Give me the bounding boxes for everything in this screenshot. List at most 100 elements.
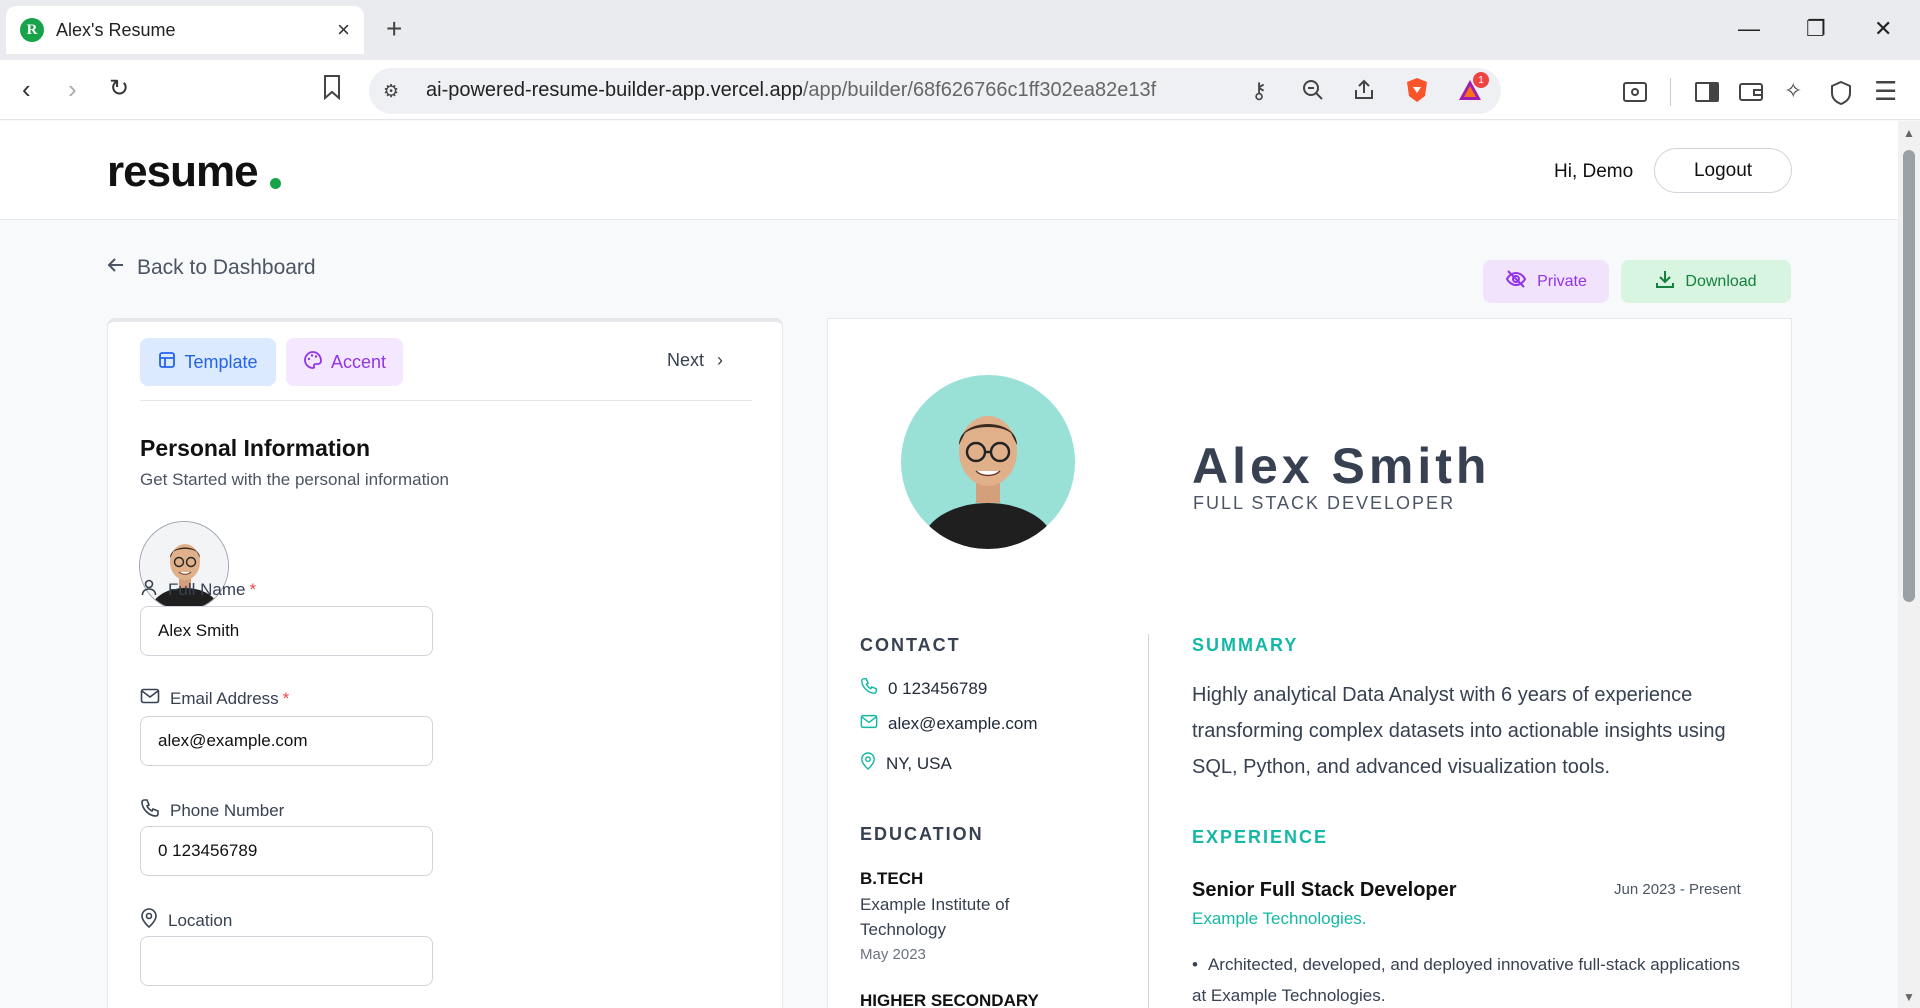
full-name-label: Full Name * [140, 578, 256, 601]
user-icon [140, 578, 158, 601]
required-marker: * [282, 688, 290, 708]
scrollbar-thumb[interactable] [1903, 150, 1915, 602]
reload-icon[interactable]: ↻ [109, 74, 129, 104]
restore-icon[interactable]: ❐ [1806, 14, 1826, 44]
sidebar-toggle-icon[interactable] [1694, 80, 1720, 110]
experience-bullet: • Architected, developed, and deployed in… [1192, 949, 1752, 1008]
minimize-icon[interactable]: — [1738, 14, 1760, 44]
location-input[interactable] [140, 936, 433, 986]
contact-email-text: alex@example.com [888, 714, 1038, 733]
tab-template[interactable]: Template [140, 338, 276, 386]
vpn-icon[interactable] [1829, 80, 1853, 112]
next-label: Next [667, 350, 705, 370]
key-icon[interactable]: ⚷ [1251, 78, 1267, 104]
back-label: Back to Dashboard [137, 256, 316, 279]
resume-photo [901, 375, 1075, 549]
phone-input[interactable] [140, 826, 433, 876]
summary-heading: SUMMARY [1192, 635, 1299, 655]
site-settings-icon[interactable]: ⚙ [383, 78, 399, 104]
education-degree: B.TECH [860, 869, 924, 888]
education-school-line1: Example Institute of [860, 895, 1010, 914]
education-heading: EDUCATION [860, 824, 984, 844]
full-name-label-text: Full Name [168, 579, 246, 599]
download-label: Download [1685, 272, 1757, 290]
window-close-icon[interactable]: ✕ [1874, 14, 1892, 44]
toolbar-divider [1670, 78, 1671, 106]
tab-title: Alex's Resume [56, 19, 176, 40]
menu-icon[interactable]: ☰ [1874, 78, 1897, 104]
resume-preview: Alex Smith FULL STACK DEVELOPER CONTACT … [827, 318, 1792, 1008]
email-label: Email Address * [140, 688, 289, 709]
address-bar[interactable]: ⚙ ai-powered-resume-builder-app.vercel.a… [369, 68, 1501, 114]
app-logo[interactable]: resume [107, 147, 259, 197]
private-label: Private [1537, 272, 1587, 290]
contact-location-text: NY, USA [886, 753, 952, 773]
notification-badge: 1 [1473, 72, 1489, 88]
brave-shield-icon[interactable] [1404, 76, 1430, 110]
bullet-dot: • [1192, 955, 1198, 974]
column-divider [1148, 634, 1149, 1008]
url-text[interactable]: ai-powered-resume-builder-app.vercel.app… [426, 79, 1156, 102]
experience-title: Senior Full Stack Developer [1192, 879, 1457, 901]
download-icon [1655, 269, 1675, 294]
logo-dot [270, 178, 281, 189]
summary-text: Highly analytical Data Analyst with 6 ye… [1192, 684, 1726, 778]
layout-icon [158, 351, 176, 374]
browser-tab-bar: R Alex's Resume × + — ❐ ✕ [0, 0, 1920, 60]
scroll-down-icon[interactable]: ▼ [1903, 990, 1915, 1004]
back-to-dashboard-link[interactable]: Back to Dashboard [107, 256, 316, 280]
phone-icon [860, 677, 878, 700]
education-date: May 2023 [860, 946, 926, 963]
url-domain: ai-powered-resume-builder-app.vercel.app [426, 79, 803, 101]
leo-ai-icon[interactable]: ✧ [1784, 78, 1802, 104]
logout-button[interactable]: Logout [1654, 148, 1792, 193]
contact-phone-text: 0 123456789 [888, 678, 988, 698]
map-pin-icon [140, 908, 158, 933]
phone-label-text: Phone Number [170, 800, 285, 820]
phone-icon [140, 798, 160, 823]
wallet-icon[interactable] [1738, 80, 1764, 110]
contact-phone: 0 123456789 [860, 677, 987, 700]
tab-accent-label: Accent [330, 351, 387, 372]
divider [140, 400, 752, 401]
chevron-right-icon: › [717, 350, 724, 370]
email-input[interactable] [140, 716, 433, 766]
browser-tab[interactable]: R Alex's Resume × [6, 6, 364, 54]
back-nav-icon[interactable]: ‹ [22, 74, 31, 104]
mail-icon [140, 688, 160, 709]
education-school-line2: Technology [860, 920, 947, 939]
user-greeting: Hi, Demo [1554, 161, 1634, 182]
section-title: Personal Information [140, 435, 371, 461]
next-button[interactable]: Next › [667, 350, 723, 371]
favicon-icon: R [20, 18, 44, 42]
share-icon[interactable] [1352, 78, 1376, 108]
location-label: Location [140, 908, 232, 933]
contact-location: NY, USA [860, 752, 952, 775]
zoom-out-icon[interactable] [1301, 78, 1325, 108]
new-tab-button[interactable]: + [386, 14, 402, 44]
experience-bullet-text: Architected, developed, and deployed inn… [1192, 955, 1741, 1005]
email-label-text: Email Address [170, 688, 279, 708]
full-name-input[interactable] [140, 606, 433, 656]
mail-icon [860, 714, 878, 734]
editor-panel: Template Accent Next › Personal Informat… [107, 318, 783, 1008]
contact-email: alex@example.com [860, 714, 1038, 734]
leo-search-icon[interactable] [1622, 80, 1648, 110]
resume-photo-image [901, 375, 1075, 549]
scroll-up-icon[interactable]: ▲ [1903, 126, 1915, 140]
experience-company: Example Technologies. [1192, 909, 1367, 928]
tab-accent[interactable]: Accent [286, 338, 403, 386]
location-label-text: Location [168, 910, 233, 930]
arrow-left-icon [107, 256, 125, 280]
experience-dates: Jun 2023 - Present [1614, 881, 1741, 898]
forward-nav-icon[interactable]: › [68, 74, 77, 104]
section-subtitle: Get Started with the personal informatio… [140, 470, 449, 489]
palette-icon [303, 350, 323, 375]
experience-heading: EXPERIENCE [1192, 827, 1329, 847]
download-button[interactable]: Download [1621, 260, 1791, 303]
tab-close-icon[interactable]: × [337, 18, 350, 42]
contact-heading: CONTACT [860, 635, 961, 655]
bookmark-icon[interactable] [322, 74, 342, 106]
private-button[interactable]: Private [1483, 260, 1609, 303]
resume-role: FULL STACK DEVELOPER [1193, 493, 1456, 513]
